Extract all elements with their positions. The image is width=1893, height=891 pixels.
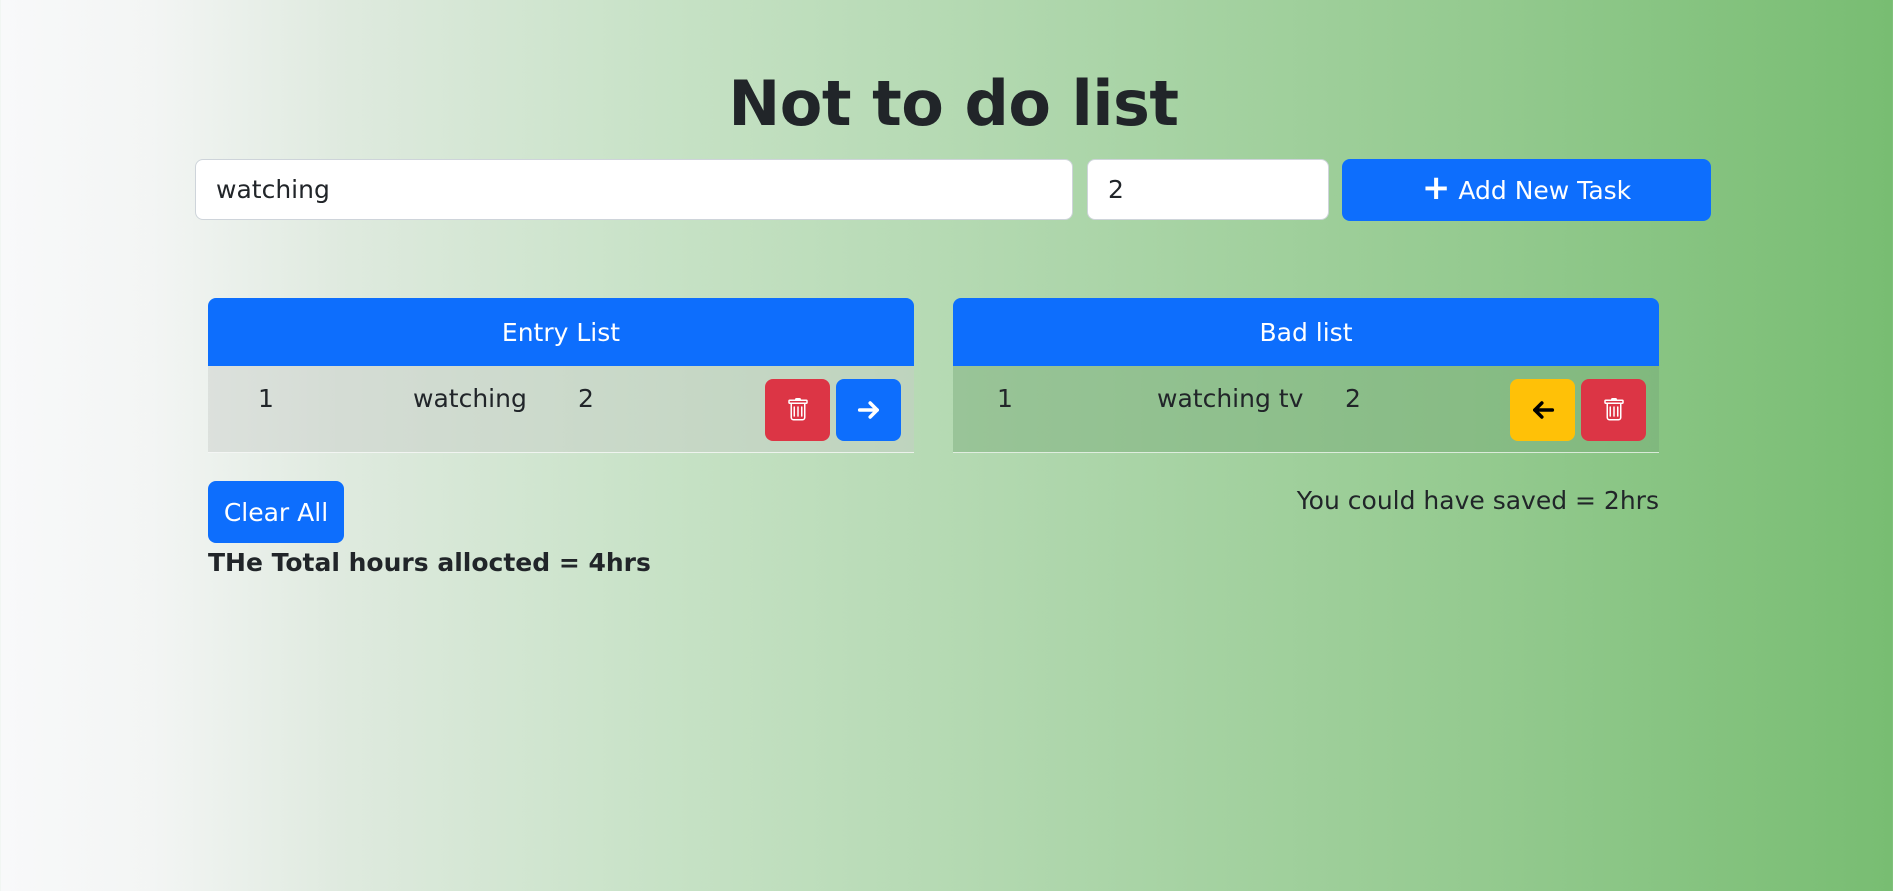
move-to-bad-list-button[interactable] <box>836 379 901 441</box>
row-task: watching tv <box>1157 384 1304 413</box>
row-index: 1 <box>997 384 1013 413</box>
hours-input[interactable]: 2 <box>1087 159 1329 220</box>
plus-icon: + <box>1421 168 1451 208</box>
entry-list-header: Entry List <box>208 298 914 366</box>
bad-list-panel: Bad list 1 watching tv 2 <box>953 298 1659 453</box>
arrow-right-icon <box>857 401 879 419</box>
add-new-task-label: Add New Task <box>1458 175 1632 205</box>
add-new-task-button[interactable]: + Add New Task <box>1342 159 1711 221</box>
delete-bad-button[interactable] <box>1581 379 1646 441</box>
row-hours: 2 <box>578 384 594 413</box>
total-hours-text: THe Total hours allocted = 4hrs <box>208 548 651 577</box>
trash-icon <box>787 398 808 421</box>
delete-entry-button[interactable] <box>765 379 830 441</box>
move-to-entry-list-button[interactable] <box>1510 379 1575 441</box>
row-task: watching <box>413 384 527 413</box>
saved-hours-text: You could have saved = 2hrs <box>1296 486 1659 515</box>
row-index: 1 <box>258 384 274 413</box>
trash-icon <box>1603 398 1624 421</box>
page-title: Not to do list <box>728 67 1179 140</box>
arrow-left-icon <box>1532 401 1554 419</box>
task-input[interactable]: watching <box>195 159 1073 220</box>
bad-list-header: Bad list <box>953 298 1659 366</box>
entry-list-panel: Entry List 1 watching 2 <box>208 298 914 453</box>
row-hours: 2 <box>1345 384 1361 413</box>
clear-all-button[interactable]: Clear All <box>208 481 344 543</box>
